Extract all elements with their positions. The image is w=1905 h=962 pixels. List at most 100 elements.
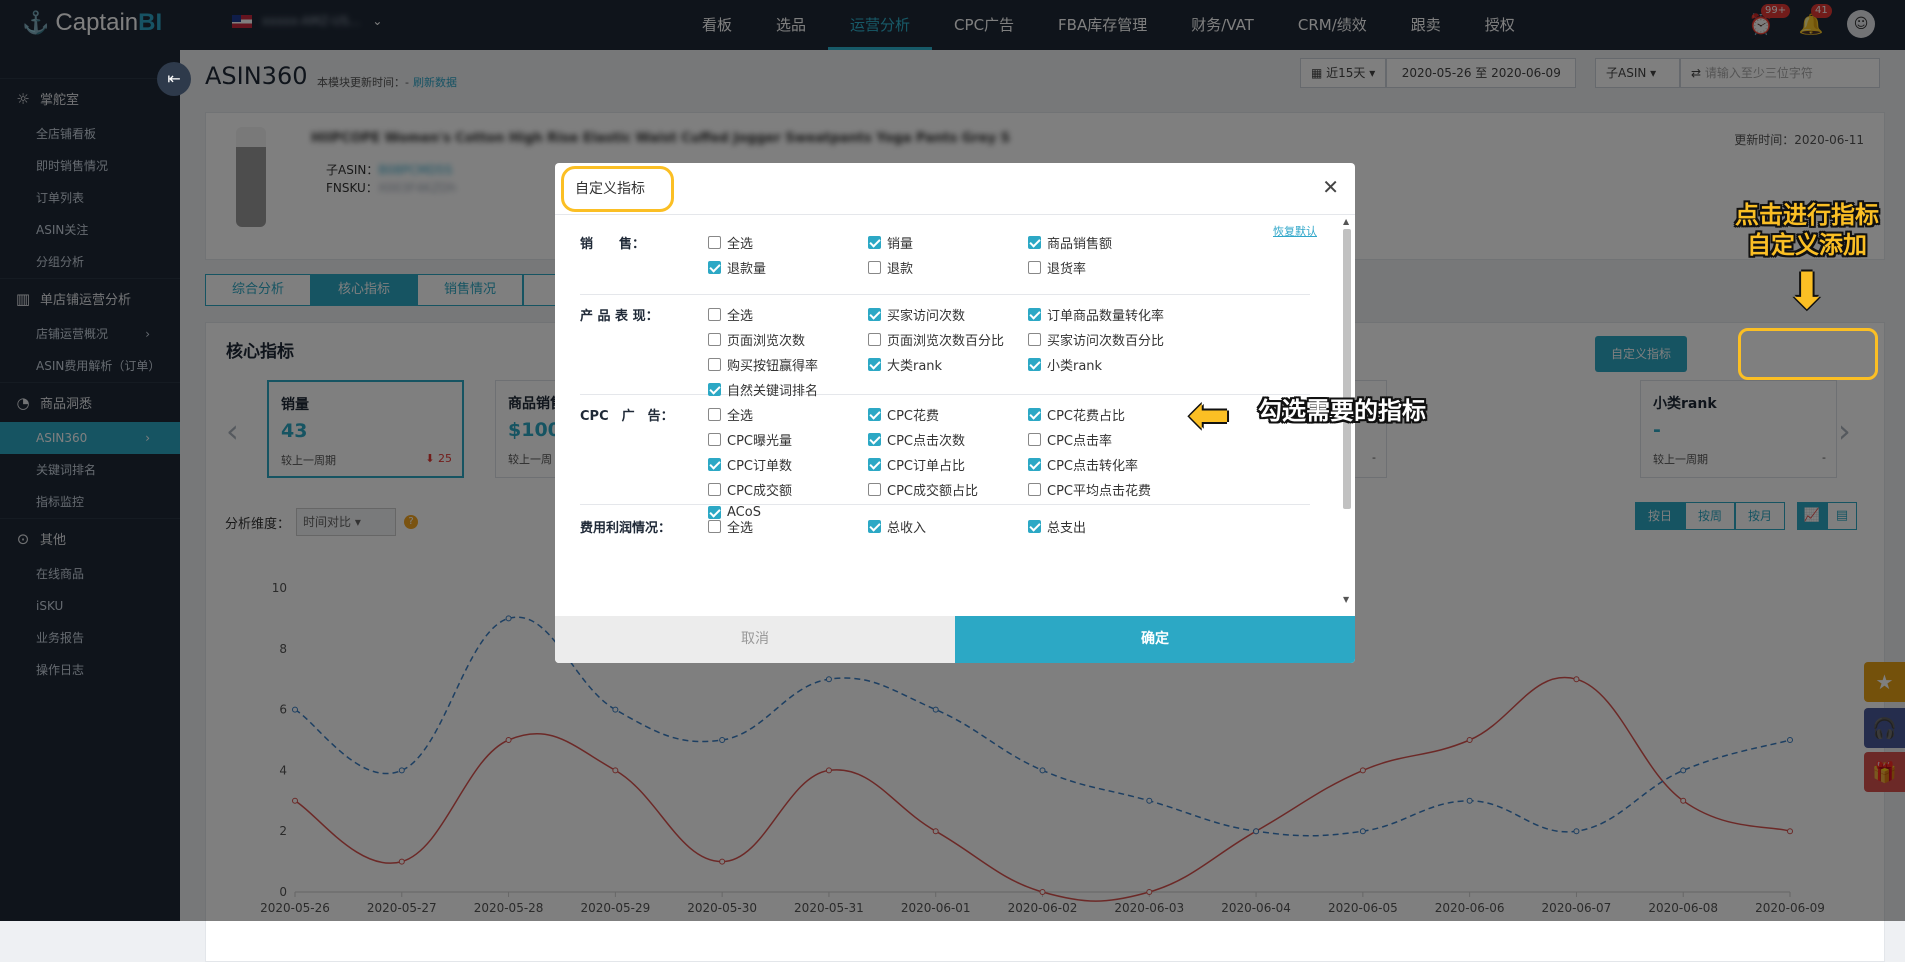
checkbox-label: 全选 (727, 237, 754, 252)
metric-checkbox[interactable]: 全选 (708, 405, 753, 424)
checkbox-label: 全选 (727, 521, 754, 536)
checkbox-label: 商品销售额 (1047, 237, 1113, 252)
checkbox-icon[interactable] (868, 520, 881, 533)
checkbox-icon[interactable] (868, 358, 881, 371)
checkbox-label: CPC订单数 (727, 459, 792, 474)
checkbox-icon[interactable] (868, 408, 881, 421)
metric-checkbox[interactable]: 订单商品数量转化率 (1028, 305, 1164, 324)
checkbox-icon[interactable] (708, 483, 721, 496)
metric-checkbox[interactable]: 全选 (708, 233, 753, 252)
checkbox-icon[interactable] (708, 308, 721, 321)
metric-checkbox[interactable]: 买家访问次数 (868, 305, 965, 324)
checkbox-label: 购买按钮赢得率 (727, 359, 819, 374)
metric-checkbox[interactable]: 页面浏览次数百分比 (868, 330, 1004, 349)
checkbox-icon[interactable] (868, 308, 881, 321)
annotation-line-1: 点击进行指标 (1735, 201, 1879, 229)
checkbox-icon[interactable] (708, 433, 721, 446)
metric-checkbox[interactable]: 小类rank (1028, 355, 1102, 374)
metric-checkbox[interactable]: 退货率 (1028, 258, 1086, 277)
metric-checkbox[interactable]: CPC点击次数 (868, 430, 965, 449)
metric-checkbox[interactable]: 商品销售额 (1028, 233, 1112, 252)
down-arrow-icon: ⬇ (1786, 262, 1828, 320)
dialog-header: 自定义指标 ✕ (555, 163, 1355, 215)
checkbox-icon[interactable] (708, 520, 721, 533)
checkbox-label: 总支出 (1047, 521, 1087, 536)
metric-checkbox[interactable]: CPC平均点击花费 (1028, 480, 1151, 499)
checkbox-icon[interactable] (1028, 236, 1041, 249)
checkbox-label: CPC成交额 (727, 484, 792, 499)
checkbox-icon[interactable] (868, 483, 881, 496)
scroll-up-icon[interactable]: ▲ (1343, 217, 1349, 226)
annotation-line-2: 自定义添加 (1747, 231, 1867, 259)
metric-checkbox[interactable]: CPC成交额 (708, 480, 792, 499)
metric-checkbox[interactable]: CPC订单占比 (868, 455, 965, 474)
checkbox-label: CPC点击率 (1047, 434, 1112, 449)
checkbox-icon[interactable] (1028, 483, 1041, 496)
metric-checkbox[interactable]: 全选 (708, 517, 753, 536)
metric-checkbox[interactable]: CPC点击转化率 (1028, 455, 1138, 474)
checkbox-label: CPC平均点击花费 (1047, 484, 1151, 499)
metric-checkbox[interactable]: 退款量 (708, 258, 766, 277)
metric-checkbox[interactable]: 自然关键词排名 (708, 380, 818, 399)
checkbox-label: 销量 (887, 237, 914, 252)
metric-checkbox[interactable]: 买家访问次数百分比 (1028, 330, 1164, 349)
checkbox-label: 退货率 (1047, 262, 1087, 277)
checkbox-icon[interactable] (1028, 308, 1041, 321)
metric-checkbox[interactable]: CPC花费 (868, 405, 939, 424)
checkbox-label: CPC订单占比 (887, 459, 965, 474)
checkbox-label: 买家访问次数百分比 (1047, 334, 1165, 349)
checkbox-icon[interactable] (868, 433, 881, 446)
checkbox-icon[interactable] (868, 261, 881, 274)
metric-checkbox[interactable]: 购买按钮赢得率 (708, 355, 818, 374)
checkbox-label: 全选 (727, 309, 754, 324)
dialog-body: 恢复默认 销 售： 全选 销量 商品销售额 退款量 退款 退货率产 品 表 现： 全选 买家访问… (555, 215, 1355, 605)
annotation-middle: 勾选需要的指标 (1258, 397, 1426, 425)
confirm-button[interactable]: 确定 (955, 616, 1355, 663)
metric-checkbox[interactable]: CPC花费占比 (1028, 405, 1125, 424)
scroll-thumb[interactable] (1343, 229, 1351, 509)
metric-checkbox[interactable]: CPC订单数 (708, 455, 792, 474)
checkbox-icon[interactable] (708, 261, 721, 274)
metric-checkbox[interactable]: 全选 (708, 305, 753, 324)
section-label: 产 品 表 现： (580, 309, 659, 324)
checkbox-icon[interactable] (1028, 358, 1041, 371)
metric-checkbox[interactable]: 退款 (868, 258, 913, 277)
checkbox-icon[interactable] (708, 458, 721, 471)
metric-checkbox[interactable]: 总支出 (1028, 517, 1086, 536)
checkbox-icon[interactable] (1028, 520, 1041, 533)
scroll-down-icon[interactable]: ▼ (1343, 595, 1349, 604)
checkbox-icon[interactable] (1028, 333, 1041, 346)
checkbox-icon[interactable] (708, 333, 721, 346)
checkbox-label: CPC曝光量 (727, 434, 792, 449)
checkbox-icon[interactable] (868, 236, 881, 249)
checkbox-icon[interactable] (1028, 261, 1041, 274)
checkbox-icon[interactable] (708, 408, 721, 421)
checkbox-icon[interactable] (708, 236, 721, 249)
close-icon[interactable]: ✕ (1322, 175, 1339, 199)
metric-checkbox[interactable]: 页面浏览次数 (708, 330, 805, 349)
checkbox-label: 总收入 (887, 521, 927, 536)
cancel-button[interactable]: 取消 (555, 616, 955, 663)
metric-section: 费用利润情况： 全选 总收入 总支出 (580, 517, 1310, 557)
metric-checkbox[interactable]: 销量 (868, 233, 913, 252)
checkbox-icon[interactable] (1028, 458, 1041, 471)
metric-checkbox[interactable]: CPC曝光量 (708, 430, 792, 449)
checkbox-icon[interactable] (868, 333, 881, 346)
metric-section: 销 售： 全选 销量 商品销售额 退款量 退款 退货率 (580, 233, 1310, 295)
dialog-title: 自定义指标 (575, 181, 645, 197)
checkbox-icon[interactable] (708, 358, 721, 371)
checkbox-label: CPC花费 (887, 409, 939, 424)
metric-checkbox[interactable]: 总收入 (868, 517, 926, 536)
checkbox-label: 退款量 (727, 262, 767, 277)
checkbox-label: CPC成交额占比 (887, 484, 978, 499)
checkbox-icon[interactable] (1028, 408, 1041, 421)
metric-checkbox[interactable]: 大类rank (868, 355, 942, 374)
checkbox-icon[interactable] (1028, 433, 1041, 446)
collapse-sidebar-icon[interactable]: ⇤ (157, 62, 191, 96)
metric-checkbox[interactable]: CPC点击率 (1028, 430, 1112, 449)
checkbox-label: 买家访问次数 (887, 309, 966, 324)
metric-checkbox[interactable]: CPC成交额占比 (868, 480, 978, 499)
checkbox-icon[interactable] (868, 458, 881, 471)
checkbox-icon[interactable] (708, 383, 721, 396)
checkbox-label: 小类rank (1047, 359, 1103, 374)
